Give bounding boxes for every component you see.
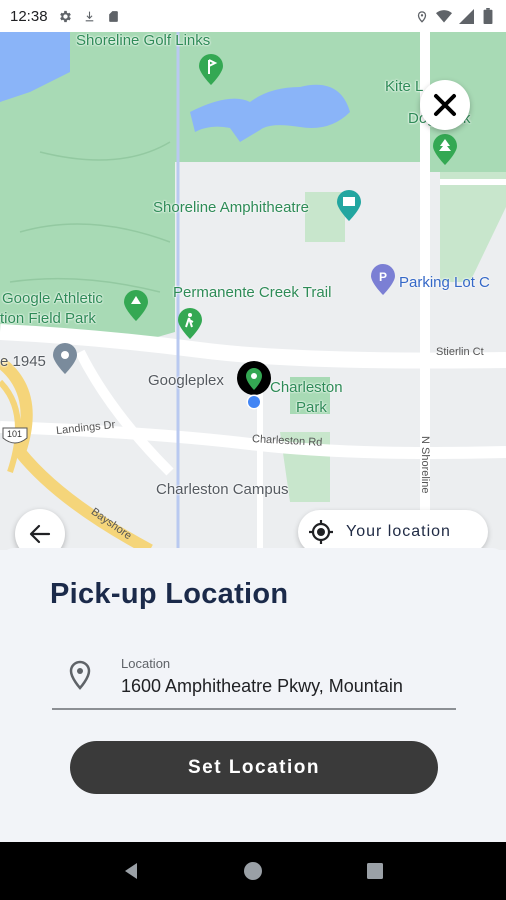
location-icon <box>414 8 430 24</box>
parking-pin-icon[interactable]: P <box>370 264 396 301</box>
gear-icon <box>58 8 74 24</box>
map-label-athletic-field: tion Field Park <box>0 310 96 327</box>
amphitheatre-pin-icon[interactable] <box>336 190 362 227</box>
map-label-charleston-campus: Charleston Campus <box>156 481 289 498</box>
dog-park-pin-icon[interactable] <box>432 134 458 171</box>
circle-home-icon <box>244 862 262 880</box>
location-input[interactable] <box>121 676 451 697</box>
road-label-stierlin: Stierlin Ct <box>436 346 484 358</box>
svg-text:P: P <box>379 270 387 284</box>
download-icon <box>82 8 98 24</box>
navigation-bar <box>0 842 506 900</box>
status-time: 12:38 <box>10 7 48 25</box>
map-label-1945: e 1945 <box>0 353 46 370</box>
location-field[interactable]: Location <box>52 648 456 710</box>
square-recents-icon <box>367 863 383 879</box>
current-location-dot-icon <box>246 394 262 415</box>
map-label-charleston-park-2: Park <box>296 399 327 416</box>
sd-card-icon <box>106 8 122 24</box>
place-pin-icon[interactable] <box>52 343 78 380</box>
your-location-label: Your location <box>346 523 451 540</box>
signal-icon <box>458 8 474 24</box>
map-label-shoreline-golf: Shoreline Golf Links <box>76 32 211 49</box>
highway-101-label: 101 <box>7 429 23 439</box>
status-bar: 12:38 <box>0 0 506 32</box>
location-pin-icon <box>68 660 92 695</box>
wifi-icon <box>436 8 452 24</box>
set-location-button[interactable]: Set Location <box>70 741 438 794</box>
crosshair-icon <box>309 520 333 544</box>
map-label-charleston-park: Charleston <box>270 379 343 396</box>
map-label-kite: Kite L <box>385 78 424 95</box>
arrow-left-icon <box>29 524 51 544</box>
close-icon <box>434 94 456 116</box>
sheet-title: Pick-up Location <box>50 578 289 610</box>
nav-recents-button[interactable] <box>355 851 395 891</box>
triangle-back-icon <box>125 863 137 879</box>
location-field-caption: Location <box>121 656 171 671</box>
athletic-park-pin-icon[interactable] <box>123 290 149 327</box>
nav-back-button[interactable] <box>111 851 151 891</box>
map-view[interactable]: Shoreline Golf Links Kite L Dog Park Sho… <box>0 32 506 550</box>
road-label-n-shoreline: N Shoreline <box>419 436 431 494</box>
golf-pin-icon[interactable] <box>198 54 224 91</box>
map-label-permanente: Permanente Creek Trail <box>173 284 332 301</box>
app-screen: 12:38 Shoreline Golf Links Kite L Dog Sh… <box>0 0 506 900</box>
hiking-pin-icon[interactable] <box>177 308 203 345</box>
map-label-googleplex: Googleplex <box>148 372 224 389</box>
your-location-button[interactable]: Your location <box>298 510 488 550</box>
map-label-parking: Parking Lot C <box>399 274 490 291</box>
close-button[interactable] <box>420 80 470 130</box>
status-left-icons <box>58 8 122 24</box>
pickup-sheet: Pick-up Location Location Set Location <box>0 548 506 842</box>
status-right-icons <box>414 8 496 24</box>
battery-icon <box>480 8 496 24</box>
map-label-amphitheatre: Shoreline Amphitheatre <box>153 199 309 216</box>
nav-home-button[interactable] <box>233 851 273 891</box>
map-label-google-athletic: Google Athletic <box>2 290 103 307</box>
